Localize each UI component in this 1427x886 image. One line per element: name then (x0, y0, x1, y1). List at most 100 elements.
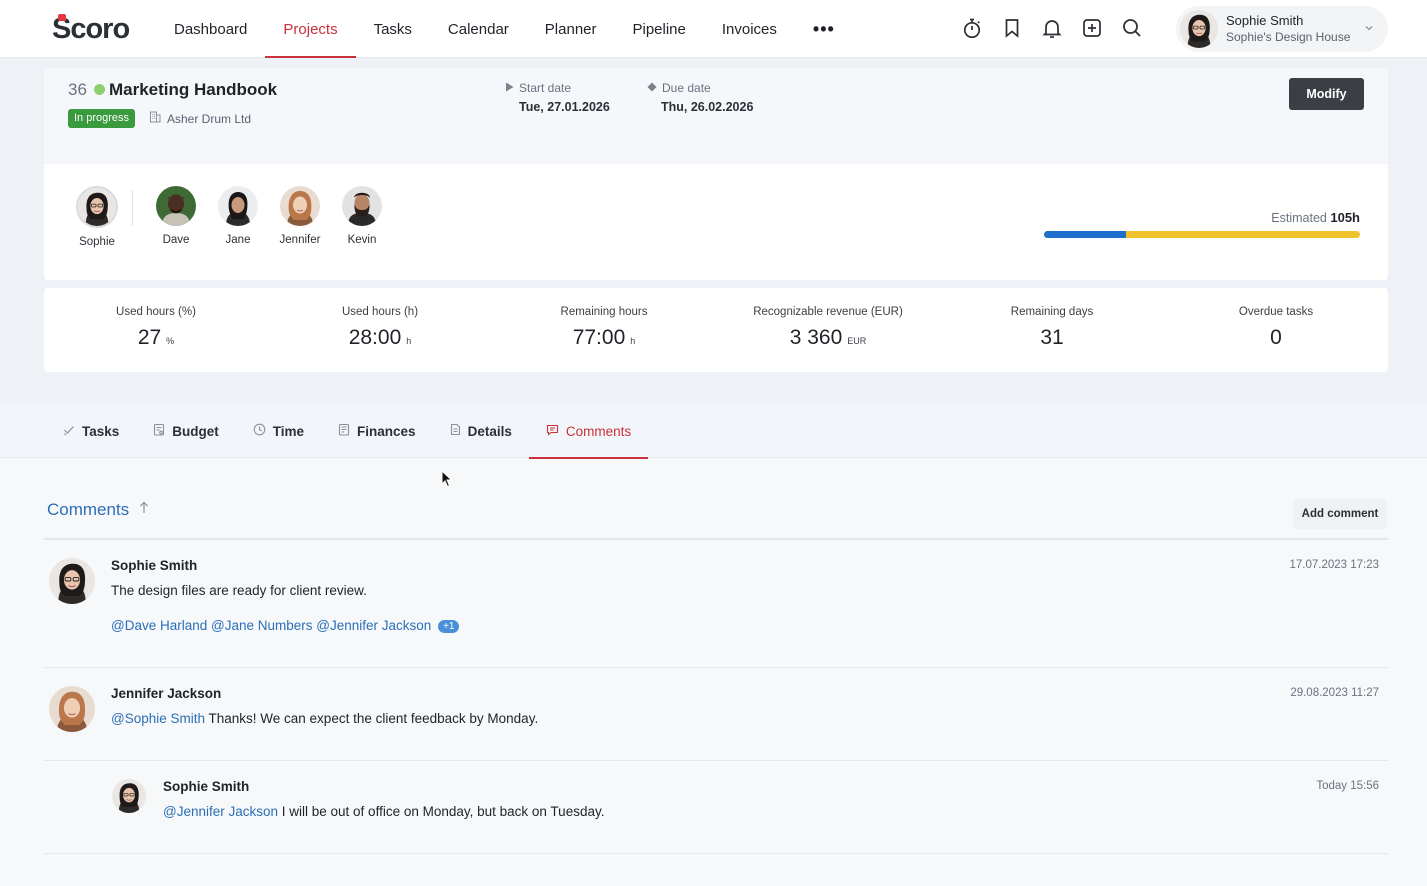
divider (44, 667, 1388, 668)
divider (44, 538, 1388, 540)
stat-remaining-days: Remaining days 31 (940, 288, 1164, 372)
comment-date: Today 15:56 (1316, 780, 1379, 792)
due-date-value: Thu, 26.02.2026 (661, 100, 754, 114)
estimated-label: Estimated (1271, 211, 1327, 225)
stat-used-hours-percent: Used hours (%) 27% (44, 288, 268, 372)
mention-link[interactable]: @Jennifer Jackson (316, 618, 431, 633)
stat-value: 31 (1040, 326, 1064, 349)
team-members: Sophie Dave Jane Jennifer Kevin (66, 186, 393, 248)
stat-value: 28:00 (348, 326, 402, 349)
stat-recognizable-revenue: Recognizable revenue (EUR) 3 360 EUR (716, 288, 940, 372)
project-tabs-bar: Tasks Budget Time Finances Details Comme… (0, 404, 1427, 459)
nav-invoices[interactable]: Invoices (704, 0, 795, 58)
estimated-hours: Estimated 105h (1044, 210, 1360, 225)
stat-value: 0 (1270, 326, 1282, 349)
stat-unit: % (166, 336, 175, 346)
mouse-cursor-icon (441, 469, 453, 493)
stopwatch-icon[interactable] (960, 14, 984, 42)
nav-dashboard[interactable]: Dashboard (156, 0, 265, 58)
comment-text: @Jennifer Jackson I will be out of offic… (163, 804, 604, 819)
tab-tasks[interactable]: Tasks (46, 404, 136, 458)
diamond-icon (647, 81, 657, 95)
nav-pipeline[interactable]: Pipeline (615, 0, 704, 58)
stat-overdue-tasks: Overdue tasks 0 (1164, 288, 1388, 372)
avatar (49, 558, 95, 604)
team-member-jane[interactable]: Jane (207, 186, 269, 248)
start-date-value: Tue, 27.01.2026 (519, 100, 610, 114)
stat-label: Used hours (%) (116, 306, 196, 318)
tab-label: Time (272, 423, 305, 439)
comments-title[interactable]: Comments (47, 500, 129, 520)
team-member-sophie[interactable]: Sophie (66, 186, 128, 248)
project-title: Marketing Handbook (109, 80, 278, 99)
bookmark-icon[interactable] (1000, 14, 1024, 42)
add-comment-button[interactable]: Add comment (1293, 499, 1387, 529)
tab-time[interactable]: Time (236, 404, 321, 458)
tab-label: Budget (172, 423, 219, 439)
due-date-label: Due date (662, 81, 711, 95)
tab-details[interactable]: Details (433, 404, 529, 458)
more-mentions-badge[interactable]: +1 (438, 620, 460, 633)
comment-date: 29.08.2023 11:27 (1290, 687, 1379, 699)
project-stats: Used hours (%) 27% Used hours (h) 28:00 h… (44, 288, 1388, 372)
tab-finances[interactable]: Finances (321, 404, 433, 458)
add-icon[interactable] (1080, 14, 1104, 42)
user-avatar (1180, 10, 1218, 48)
tab-label: Finances (357, 423, 416, 439)
member-name: Dave (162, 234, 190, 246)
more-menu-button[interactable]: ••• (795, 0, 853, 58)
nav-planner[interactable]: Planner (527, 0, 615, 58)
divider (132, 190, 133, 226)
comment-author: Jennifer Jackson (111, 686, 222, 701)
project-tabs: Tasks Budget Time Finances Details Comme… (46, 404, 649, 459)
avatar (112, 779, 146, 813)
nav-calendar[interactable]: Calendar (430, 0, 527, 58)
chevron-down-icon (1364, 20, 1374, 38)
start-date-label: Start date (519, 81, 572, 95)
comments-header: Comments (47, 500, 149, 520)
user-menu[interactable]: Sophie Smith Sophie's Design House (1176, 6, 1388, 52)
client-link[interactable]: Asher Drum Ltd (149, 111, 251, 126)
team-member-kevin[interactable]: Kevin (331, 186, 393, 248)
tab-comments[interactable]: Comments (528, 404, 649, 459)
sort-arrow-up-icon[interactable] (139, 501, 149, 519)
avatar (342, 186, 382, 226)
stat-used-hours: Used hours (h) 28:00 h (268, 288, 492, 372)
nav-tasks[interactable]: Tasks (356, 0, 430, 58)
comment-icon (546, 424, 559, 439)
bell-icon[interactable] (1040, 14, 1064, 42)
mention-link[interactable]: @Sophie Smith (111, 711, 205, 726)
member-name: Jane (225, 234, 251, 246)
avatar (280, 186, 320, 226)
member-name: Jennifer (279, 234, 321, 246)
tab-budget[interactable]: Budget (136, 404, 236, 458)
mention-link[interactable]: @Dave Harland (111, 618, 207, 633)
scoro-logo[interactable]: Scoro (52, 13, 130, 45)
divider (44, 853, 1388, 854)
avatar (156, 186, 196, 226)
document-icon (450, 423, 461, 439)
search-icon[interactable] (1120, 14, 1144, 42)
team-panel: Sophie Dave Jane Jennifer Kevin Estimate… (44, 164, 1388, 280)
stat-label: Overdue tasks (1238, 306, 1314, 318)
top-actions (960, 14, 1144, 42)
avatar (218, 186, 258, 226)
stat-unit: EUR (847, 336, 867, 346)
comment-author: Sophie Smith (163, 779, 250, 794)
stat-label: Remaining days (1010, 306, 1094, 318)
budget-icon (153, 423, 165, 439)
nav-projects[interactable]: Projects (265, 0, 356, 58)
stat-unit: h (406, 336, 412, 346)
avatar (76, 186, 118, 228)
comment-author: Sophie Smith (111, 558, 198, 573)
finances-icon (338, 423, 350, 439)
team-member-dave[interactable]: Dave (145, 186, 207, 248)
modify-button[interactable]: Modify (1289, 78, 1364, 110)
stat-label: Recognizable revenue (EUR) (753, 306, 903, 318)
mention-link[interactable]: @Jane Numbers (211, 618, 313, 633)
comment-mentions: @Dave Harland @Jane Numbers @Jennifer Ja… (111, 618, 460, 633)
team-member-jennifer[interactable]: Jennifer (269, 186, 331, 248)
play-icon (505, 81, 514, 95)
estimated-value: 105h (1330, 210, 1360, 225)
mention-link[interactable]: @Jennifer Jackson (163, 804, 278, 819)
